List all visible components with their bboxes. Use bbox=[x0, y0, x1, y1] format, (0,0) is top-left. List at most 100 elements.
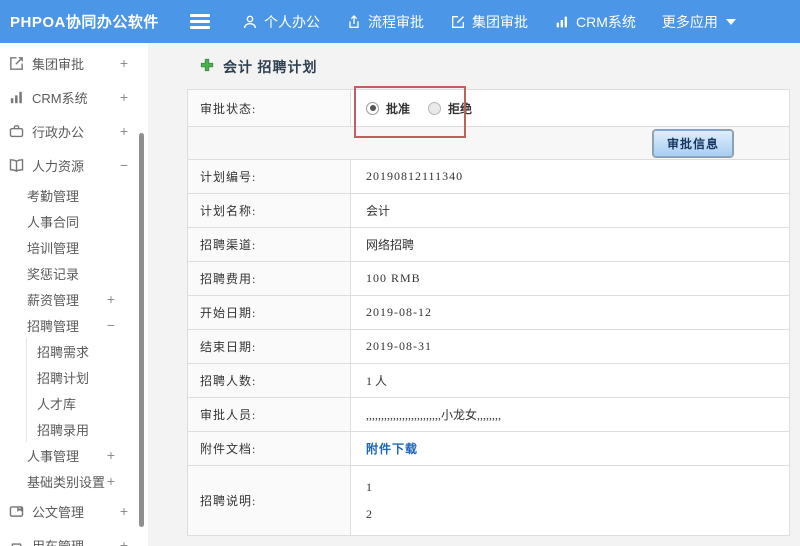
sidebar-item-recruit-hire[interactable]: 招聘录用 bbox=[27, 416, 148, 442]
expand-plus-icon[interactable]: + bbox=[120, 55, 128, 71]
row-value: 100 RMB bbox=[351, 262, 789, 295]
sidebar-item-personnel-mgmt[interactable]: 人事管理 + bbox=[0, 442, 148, 468]
nav-label: CRM系统 bbox=[576, 13, 636, 30]
sidebar-item-rewards[interactable]: 奖惩记录 bbox=[0, 260, 148, 286]
folder-icon bbox=[8, 503, 25, 520]
sidebar-item-base-category[interactable]: 基础类别设置 + bbox=[0, 468, 148, 494]
sidebar-label: 公文管理 bbox=[32, 504, 85, 520]
attachment-download-link[interactable]: 附件下载 bbox=[366, 440, 418, 457]
table-row-headcount: 招聘人数: 1 人 bbox=[188, 364, 789, 398]
row-label: 审批状态: bbox=[188, 90, 351, 126]
sidebar-label: 招聘需求 bbox=[37, 344, 90, 360]
flow-icon bbox=[346, 14, 362, 30]
sidebar-item-recruit-plan[interactable]: 招聘计划 bbox=[27, 364, 148, 390]
sidebar-scrollbar-thumb[interactable] bbox=[139, 133, 144, 527]
sidebar-label: CRM系统 bbox=[32, 90, 88, 106]
sidebar-label: 集团审批 bbox=[32, 56, 85, 72]
sidebar-item-recruit-mgmt[interactable]: 招聘管理 − bbox=[0, 312, 148, 338]
expand-plus-icon[interactable]: + bbox=[107, 447, 115, 463]
person-icon bbox=[242, 14, 258, 30]
expand-plus-icon[interactable]: + bbox=[120, 123, 128, 139]
nav-crm-system[interactable]: CRM系统 bbox=[554, 12, 636, 32]
row-label: 附件文档: bbox=[188, 432, 351, 465]
row-label: 招聘说明: bbox=[188, 466, 351, 535]
collapse-minus-icon[interactable]: − bbox=[120, 157, 128, 173]
add-plus-icon[interactable] bbox=[200, 58, 214, 77]
sidebar-item-attendance[interactable]: 考勤管理 bbox=[0, 182, 148, 208]
radio-button-icon[interactable] bbox=[366, 101, 379, 115]
nav-label: 更多应用 bbox=[661, 13, 718, 30]
table-row-recruit-channel: 招聘渠道: 网络招聘 bbox=[188, 228, 789, 262]
table-row-start-date: 开始日期: 2019-08-12 bbox=[188, 296, 789, 330]
app-logo: PHPOA协同办公软件 bbox=[10, 14, 159, 31]
row-value: 20190812111340 bbox=[351, 160, 789, 193]
expand-plus-icon[interactable]: + bbox=[120, 537, 128, 546]
sidebar-label: 人事合同 bbox=[27, 214, 80, 230]
sidebar-label: 招聘录用 bbox=[37, 422, 90, 438]
nav-personal-office[interactable]: 个人办公 bbox=[242, 12, 320, 32]
description-line: 1 bbox=[366, 479, 372, 494]
detail-table: 审批状态: 批准 拒绝 审批信息 计划编号: 20190812111340 计划… bbox=[187, 86, 790, 536]
approval-radio-group: 批准 拒绝 bbox=[366, 100, 472, 117]
bar-chart-icon bbox=[554, 14, 570, 30]
row-value: 2019-08-12 bbox=[351, 296, 789, 329]
sidebar-item-recruit-demand[interactable]: 招聘需求 bbox=[27, 338, 148, 364]
sidebar-label: 基础类别设置 bbox=[27, 474, 106, 490]
row-label: 审批人员: bbox=[188, 398, 351, 431]
book-icon bbox=[8, 157, 25, 174]
sidebar-item-human-resources[interactable]: 人力资源 − bbox=[0, 148, 148, 182]
table-row-attachment: 附件文档: 附件下载 bbox=[188, 432, 789, 466]
expand-plus-icon[interactable]: + bbox=[107, 291, 115, 307]
car-icon bbox=[8, 537, 25, 546]
radio-label: 批准 bbox=[386, 101, 411, 116]
sidebar-item-talent-pool[interactable]: 人才库 bbox=[27, 390, 148, 416]
sidebar-label: 培训管理 bbox=[27, 240, 80, 256]
nav-workflow-approval[interactable]: 流程审批 bbox=[346, 12, 424, 32]
row-label: 招聘人数: bbox=[188, 364, 351, 397]
approve-info-button[interactable]: 审批信息 bbox=[651, 128, 735, 158]
sidebar-item-crm[interactable]: CRM系统 + bbox=[0, 80, 148, 114]
bar-chart-icon bbox=[8, 89, 25, 106]
expand-plus-icon[interactable]: + bbox=[120, 503, 128, 519]
radio-button-icon[interactable] bbox=[428, 101, 442, 115]
expand-plus-icon[interactable]: + bbox=[107, 473, 115, 489]
expand-plus-icon[interactable]: + bbox=[120, 89, 128, 105]
table-row-recruit-cost: 招聘费用: 100 RMB bbox=[188, 262, 789, 296]
radio-label: 拒绝 bbox=[448, 101, 473, 116]
edit-icon bbox=[8, 55, 25, 72]
briefcase-icon bbox=[8, 123, 25, 140]
table-row-plan-name: 计划名称: 会计 bbox=[188, 194, 789, 228]
sidebar-item-training[interactable]: 培训管理 bbox=[0, 234, 148, 260]
table-row-button: 审批信息 bbox=[188, 127, 789, 160]
table-row-description: 招聘说明: 1 2 bbox=[188, 466, 789, 535]
sidebar-item-group-approval[interactable]: 集团审批 + bbox=[0, 46, 148, 80]
row-label: 结束日期: bbox=[188, 330, 351, 363]
top-header: PHPOA协同办公软件 个人办公 流程审批 集团审批 CRM系统 更多应用 bbox=[0, 0, 800, 43]
sidebar-item-documents[interactable]: 公文管理 + bbox=[0, 494, 148, 528]
sidebar-item-hr-contract[interactable]: 人事合同 bbox=[0, 208, 148, 234]
sidebar: 集团审批 + CRM系统 + 行政办公 + 人力资源 − 考勤管理 人事合同 培… bbox=[0, 43, 148, 546]
nav-label: 集团审批 bbox=[472, 13, 528, 30]
sidebar-label: 人事管理 bbox=[27, 448, 80, 464]
description-line: 2 bbox=[366, 506, 372, 521]
row-label: 招聘费用: bbox=[188, 262, 351, 295]
table-row-approval-status: 审批状态: 批准 拒绝 bbox=[188, 90, 789, 127]
page-title: 会计 招聘计划 bbox=[223, 61, 318, 76]
row-label: 招聘渠道: bbox=[188, 228, 351, 261]
sidebar-item-admin-office[interactable]: 行政办公 + bbox=[0, 114, 148, 148]
hamburger-menu-icon[interactable] bbox=[190, 14, 210, 29]
nav-more-apps[interactable]: 更多应用 bbox=[662, 12, 736, 32]
row-value: 2019-08-31 bbox=[351, 330, 789, 363]
row-value: 1 人 bbox=[351, 364, 789, 397]
sidebar-item-vehicles[interactable]: 用车管理 + bbox=[0, 528, 148, 546]
sidebar-label: 人才库 bbox=[37, 396, 77, 412]
nav-group-approval[interactable]: 集团审批 bbox=[450, 12, 528, 32]
sidebar-label: 人力资源 bbox=[32, 158, 85, 174]
radio-reject[interactable]: 拒绝 bbox=[428, 100, 472, 117]
sidebar-item-salary[interactable]: 薪资管理 + bbox=[0, 286, 148, 312]
table-row-end-date: 结束日期: 2019-08-31 bbox=[188, 330, 789, 364]
collapse-minus-icon[interactable]: − bbox=[107, 317, 115, 333]
sidebar-label: 考勤管理 bbox=[27, 188, 80, 204]
radio-approve[interactable]: 批准 bbox=[366, 100, 410, 117]
table-row-plan-number: 计划编号: 20190812111340 bbox=[188, 160, 789, 194]
